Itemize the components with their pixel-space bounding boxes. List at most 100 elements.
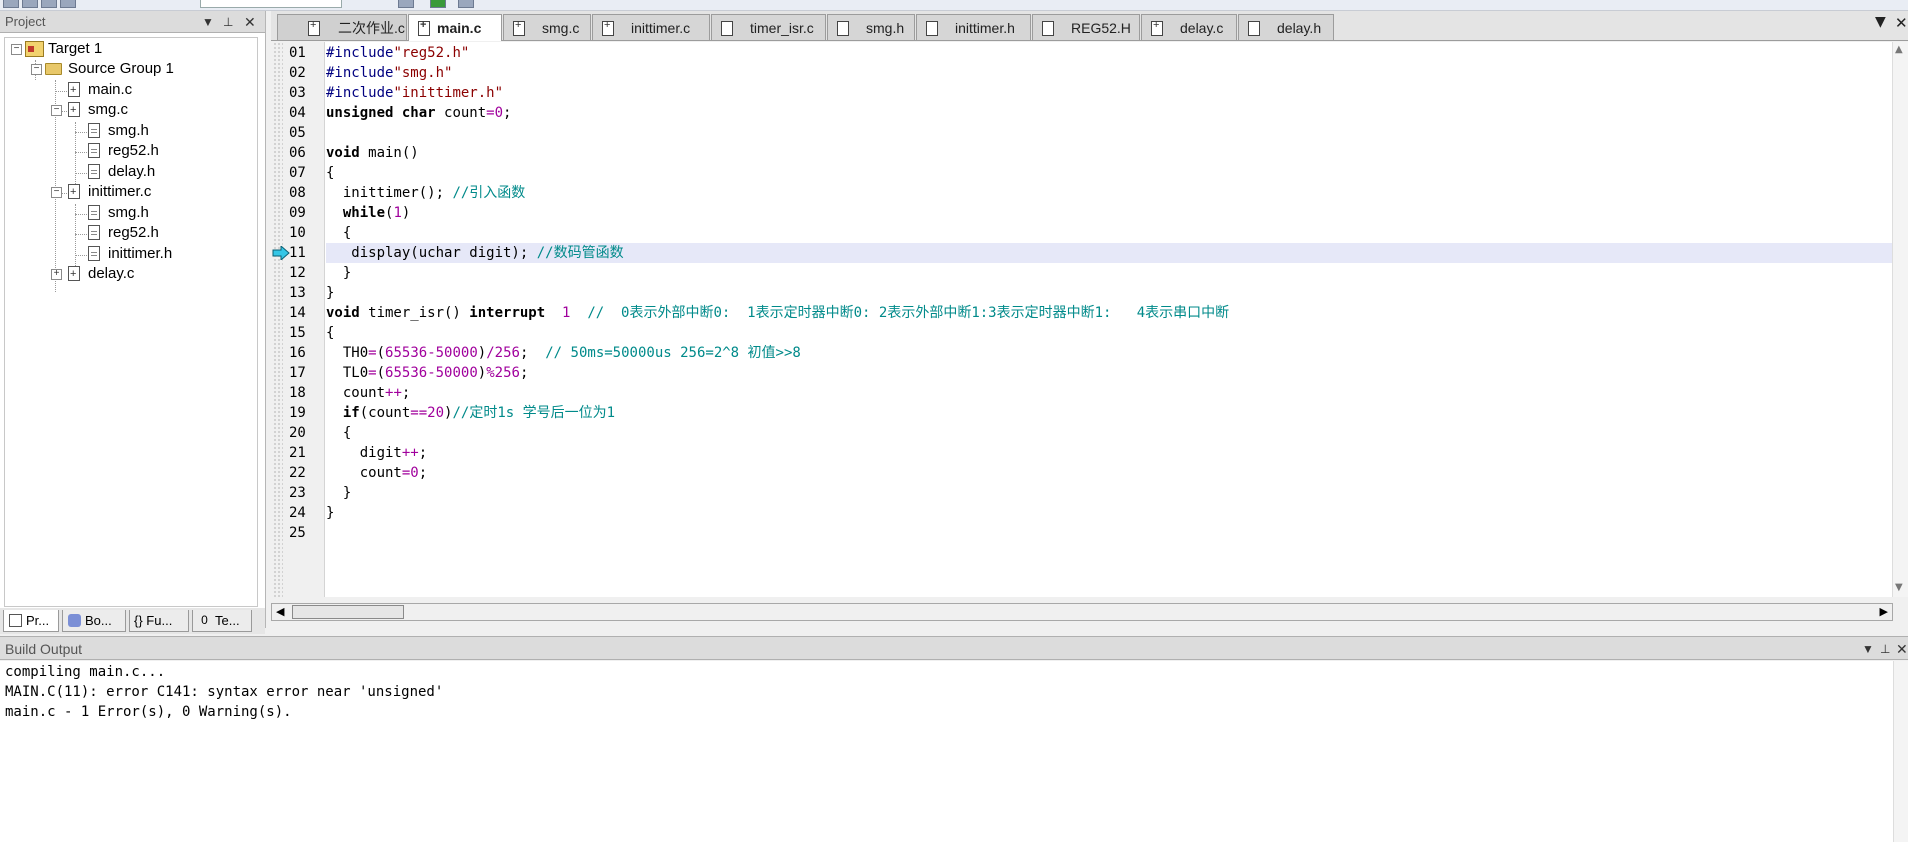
tree-item-header[interactable]: reg52.h [5, 222, 245, 244]
code-line[interactable]: while(1) [326, 203, 1893, 223]
close-icon[interactable]: ✕ [244, 11, 256, 33]
tab-label: delay.h [1277, 20, 1322, 36]
tab-file[interactable]: inittimer.c [592, 14, 710, 40]
tree-item-header[interactable]: delay.h [5, 161, 245, 183]
code-line[interactable]: count=0; [326, 463, 1893, 483]
code-line[interactable]: #include"inittimer.h" [326, 83, 1893, 103]
file-icon [602, 18, 614, 36]
code-line[interactable]: #include"reg52.h" [326, 43, 1893, 63]
scroll-up-icon[interactable]: ▲ [1895, 44, 1903, 55]
code-line[interactable]: { [326, 423, 1893, 443]
tree-item-header[interactable]: inittimer.h [5, 243, 245, 265]
tree-item-header[interactable]: smg.h [5, 202, 245, 224]
code-line[interactable]: { [326, 323, 1893, 343]
code-line[interactable]: TH0=(65536-50000)/256; // 50ms=50000us 2… [326, 343, 1893, 363]
line-number: 24 [289, 505, 306, 521]
toolbar-icon[interactable] [430, 0, 446, 8]
collapse-icon[interactable]: − [31, 64, 42, 75]
tab-file[interactable]: 二次作业.c [277, 14, 407, 40]
tree-item-header[interactable]: smg.h [5, 120, 245, 142]
project-tree: − Target 1 − Source Group 1 main.c − smg… [4, 37, 258, 607]
pin-icon[interactable]: ⊥ [1880, 637, 1890, 661]
tab-file[interactable]: delay.c [1141, 14, 1237, 40]
editor-vertical-scrollbar[interactable]: ▲ ▼ [1892, 42, 1908, 597]
tab-file[interactable]: inittimer.h [916, 14, 1031, 40]
collapse-icon[interactable]: − [51, 105, 62, 116]
collapse-icon[interactable]: − [51, 187, 62, 198]
tree-item-label: smg.c [88, 101, 129, 118]
expand-icon[interactable]: + [51, 269, 62, 280]
file-icon [308, 18, 320, 36]
file-tab-bar: 二次作业.c main.c smg.c inittimer.c timer_is… [271, 11, 1908, 41]
toolbar-icon[interactable] [60, 0, 76, 8]
scroll-left-icon[interactable]: ◀ [276, 604, 284, 620]
header-file-icon [88, 205, 100, 220]
code-line[interactable]: digit++; [326, 443, 1893, 463]
scroll-thumb[interactable] [292, 605, 404, 619]
toolbar-icon[interactable] [3, 0, 19, 8]
tree-item-inittimer-c[interactable]: − inittimer.c [5, 181, 245, 203]
tab-templates[interactable]: 0 Te... [192, 610, 252, 632]
code-line[interactable]: count++; [326, 383, 1893, 403]
scroll-down-icon[interactable]: ▼ [1895, 582, 1903, 593]
code-line[interactable]: } [326, 483, 1893, 503]
code-line[interactable]: if(count==20)//定时1s 学号后一位为1 [326, 403, 1893, 423]
code-line[interactable]: { [326, 163, 1893, 183]
toolbar-icon[interactable] [398, 0, 414, 8]
scroll-right-icon[interactable]: ▶ [1880, 604, 1888, 620]
tree-item-target[interactable]: − Target 1 [5, 38, 245, 60]
toolbar-combo[interactable] [200, 0, 342, 8]
tab-file[interactable]: timer_isr.c [711, 14, 826, 40]
code-line[interactable]: } [326, 283, 1893, 303]
dropdown-icon[interactable]: ▼ [1862, 637, 1874, 661]
editor-horizontal-scrollbar[interactable]: ◀ ▶ [271, 603, 1893, 621]
build-output-line: compiling main.c... [5, 664, 166, 680]
toolbar-icon[interactable] [41, 0, 57, 8]
code-line[interactable]: TL0=(65536-50000)%256; [326, 363, 1893, 383]
tab-label: Te... [215, 613, 240, 628]
code-line[interactable]: display(uchar digit); //数码管函数 [326, 243, 1893, 263]
tab-file[interactable]: delay.h [1238, 14, 1334, 40]
tab-file[interactable]: smg.h [827, 14, 915, 40]
code-line[interactable] [326, 523, 1893, 543]
code-line[interactable]: { [326, 223, 1893, 243]
line-number: 16 [289, 345, 306, 361]
code-line[interactable]: inittimer(); //引入函数 [326, 183, 1893, 203]
tree-item-smg-c[interactable]: − smg.c [5, 99, 245, 121]
code-line[interactable]: } [326, 263, 1893, 283]
code-line[interactable] [326, 123, 1893, 143]
tab-label: Pr... [26, 613, 50, 628]
code-editor[interactable]: 01 #include"reg52.h" 02 #include"smg.h" 03 #i… [271, 42, 1908, 597]
close-icon[interactable]: ✕ [1895, 14, 1908, 32]
code-line[interactable]: unsigned char count=0; [326, 103, 1893, 123]
code-line[interactable]: } [326, 503, 1893, 523]
tree-item-header[interactable]: reg52.h [5, 140, 245, 162]
code-line[interactable]: #include"smg.h" [326, 63, 1893, 83]
collapse-icon[interactable]: − [11, 44, 22, 55]
code-line[interactable]: void main() [326, 143, 1893, 163]
build-output-panel[interactable]: compiling main.c... MAIN.C(11): error C1… [0, 661, 1908, 842]
line-number: 03 [289, 85, 306, 101]
tab-label: 二次作业.c [338, 20, 405, 36]
tab-project[interactable]: Pr... [3, 610, 59, 632]
tab-file-active[interactable]: main.c [408, 14, 502, 41]
code-line[interactable]: void timer_isr() interrupt 1 // 0表示外部中断0… [326, 303, 1893, 323]
tab-file[interactable]: REG52.H [1032, 14, 1140, 40]
tree-item-main-c[interactable]: main.c [5, 79, 245, 101]
build-output-scrollbar[interactable] [1893, 661, 1908, 842]
pin-icon[interactable]: ⊥ [223, 11, 233, 33]
folder-icon [45, 63, 62, 75]
tree-item-delay-c[interactable]: + delay.c [5, 263, 245, 285]
tree-item-label: reg52.h [108, 224, 159, 241]
dropdown-icon[interactable]: ▼ [1875, 14, 1886, 30]
dropdown-icon[interactable]: ▼ [202, 11, 214, 33]
toolbar-icon[interactable] [22, 0, 38, 8]
tab-file[interactable]: smg.c [503, 14, 591, 40]
close-icon[interactable]: ✕ [1896, 637, 1908, 661]
tab-functions[interactable]: {} Fu... [129, 610, 189, 632]
toolbar-icon[interactable] [458, 0, 474, 8]
tab-books[interactable]: Bo... [62, 610, 126, 632]
tree-item-source-group[interactable]: − Source Group 1 [5, 58, 245, 80]
line-number: 04 [289, 105, 306, 121]
tab-label: REG52.H [1071, 20, 1131, 36]
